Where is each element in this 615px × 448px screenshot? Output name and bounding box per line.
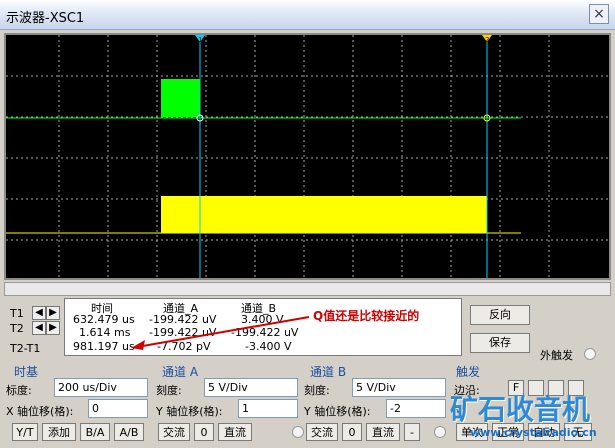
cursor-1-label: 1: [198, 36, 202, 44]
channel-b-ypos-field[interactable]: -2: [386, 399, 446, 418]
channel-a-ypos-label: Y 轴位移(格):: [156, 405, 223, 418]
horizontal-scrollbar[interactable]: [4, 282, 611, 296]
timebase-scale-field[interactable]: 200 us/Div: [54, 378, 148, 397]
t2-t1-label: T2-T1: [10, 342, 41, 355]
timebase-xpos-label: X 轴位移(格):: [6, 405, 74, 418]
ext-trigger-label: 外触发: [540, 349, 573, 362]
mode-add-button[interactable]: 添加: [42, 423, 76, 441]
scope-screen: 1 2: [4, 33, 611, 280]
channel-a-zero-button[interactable]: 0: [194, 423, 214, 441]
t1-left-arrow-button[interactable]: ◀: [32, 306, 46, 320]
window-title: 示波器-XSC1: [6, 11, 85, 26]
channel-b-minus-button[interactable]: -: [404, 423, 420, 441]
channel-a-scale-field[interactable]: 5 V/Div: [204, 378, 298, 397]
watermark: 矿石收音机 www.crystalradio.cn: [440, 388, 615, 448]
title-bar: 示波器-XSC1 ×: [0, 0, 615, 30]
mode-ba-button[interactable]: B/A: [80, 423, 110, 441]
ext-trigger-radio[interactable]: [584, 348, 596, 360]
watermark-cn: 矿石收音机: [450, 393, 591, 426]
close-button[interactable]: ×: [589, 4, 609, 24]
watermark-url: www.crystalradio.cn: [470, 426, 597, 439]
channel-b-pulse: [161, 196, 487, 233]
channel-b-scale-label: 刻度:: [304, 384, 330, 397]
cursor-readout-panel: 时间 通道_A 通道_B 632.479 us -199.422 uV 3.40…: [64, 298, 462, 356]
t2-label: T2: [10, 322, 24, 335]
channel-b-ac-button[interactable]: 交流: [306, 423, 338, 441]
mode-ab-button[interactable]: A/B: [114, 423, 144, 441]
channel-a-scale-label: 刻度:: [156, 384, 182, 397]
t2-left-arrow-button[interactable]: ◀: [32, 321, 46, 335]
channel-a-radio[interactable]: [292, 426, 304, 438]
channel-b-ypos-label: Y 轴位移(格):: [304, 405, 371, 418]
mode-yt-button[interactable]: Y/T: [12, 423, 38, 441]
t2-right-arrow-button[interactable]: ▶: [46, 321, 60, 335]
save-button[interactable]: 保存: [470, 333, 530, 353]
reverse-button[interactable]: 反向: [470, 305, 530, 325]
trigger-title: 触发: [456, 365, 481, 379]
t1-label: T1: [10, 307, 24, 320]
cursor-2-label: 2: [485, 36, 489, 44]
annotation-arrow-icon: [131, 316, 310, 350]
channel-a-ac-button[interactable]: 交流: [158, 423, 190, 441]
channel-b-title: 通道 B: [310, 365, 347, 379]
channel-b-dc-button[interactable]: 直流: [366, 423, 400, 441]
channel-b-zero-button[interactable]: 0: [342, 423, 362, 441]
scope-display: 1 2: [6, 35, 609, 278]
channel-a-ypos-field[interactable]: 1: [238, 399, 298, 418]
channel-a-title: 通道 A: [162, 365, 199, 379]
timebase-title: 时基: [14, 365, 39, 379]
t1-right-arrow-button[interactable]: ▶: [46, 306, 60, 320]
grid: [6, 35, 609, 278]
channel-b-scale-field[interactable]: 5 V/Div: [352, 378, 446, 397]
timebase-xpos-field[interactable]: 0: [88, 399, 148, 418]
channel-a-pulse: [161, 79, 200, 117]
channel-a-dc-button[interactable]: 直流: [218, 423, 252, 441]
timebase-scale-label: 标度:: [6, 384, 32, 397]
